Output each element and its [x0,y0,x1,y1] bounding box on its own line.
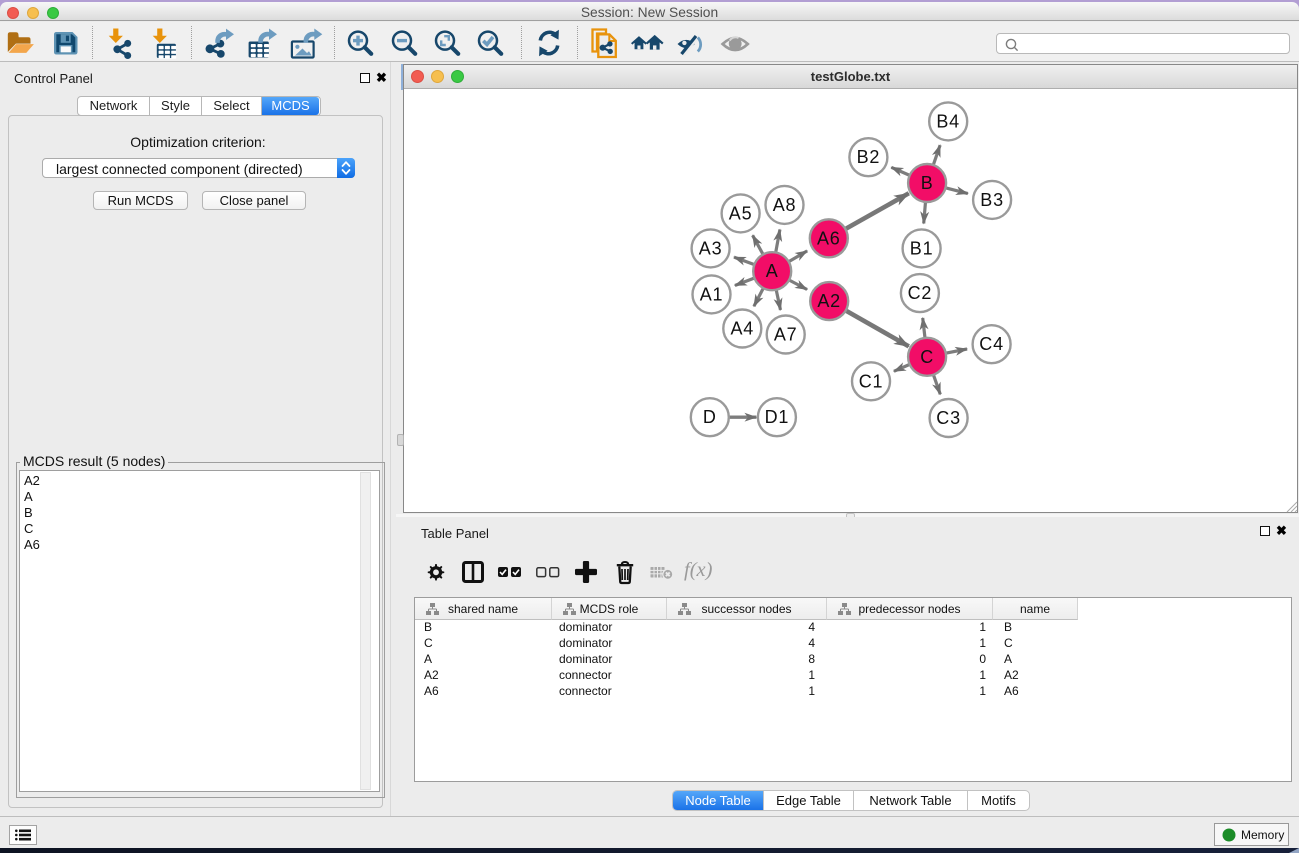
svg-text:A2: A2 [817,291,841,311]
svg-text:A6: A6 [817,228,841,248]
svg-text:A: A [766,261,779,281]
svg-text:A5: A5 [729,203,753,223]
svg-text:C2: C2 [908,283,933,303]
svg-text:A7: A7 [774,325,798,345]
svg-text:A4: A4 [730,319,754,339]
svg-text:C4: C4 [979,334,1004,354]
svg-text:B3: B3 [980,190,1004,210]
svg-text:A3: A3 [699,238,723,258]
svg-text:D1: D1 [765,407,790,427]
svg-text:B1: B1 [910,238,934,258]
svg-text:A1: A1 [700,284,724,304]
svg-text:B: B [921,173,934,193]
svg-text:A8: A8 [773,195,797,215]
svg-text:B2: B2 [857,147,881,167]
svg-text:B4: B4 [936,111,960,131]
svg-text:C1: C1 [859,371,884,391]
svg-text:D: D [703,407,717,427]
svg-text:C3: C3 [936,408,961,428]
svg-text:C: C [920,347,934,367]
